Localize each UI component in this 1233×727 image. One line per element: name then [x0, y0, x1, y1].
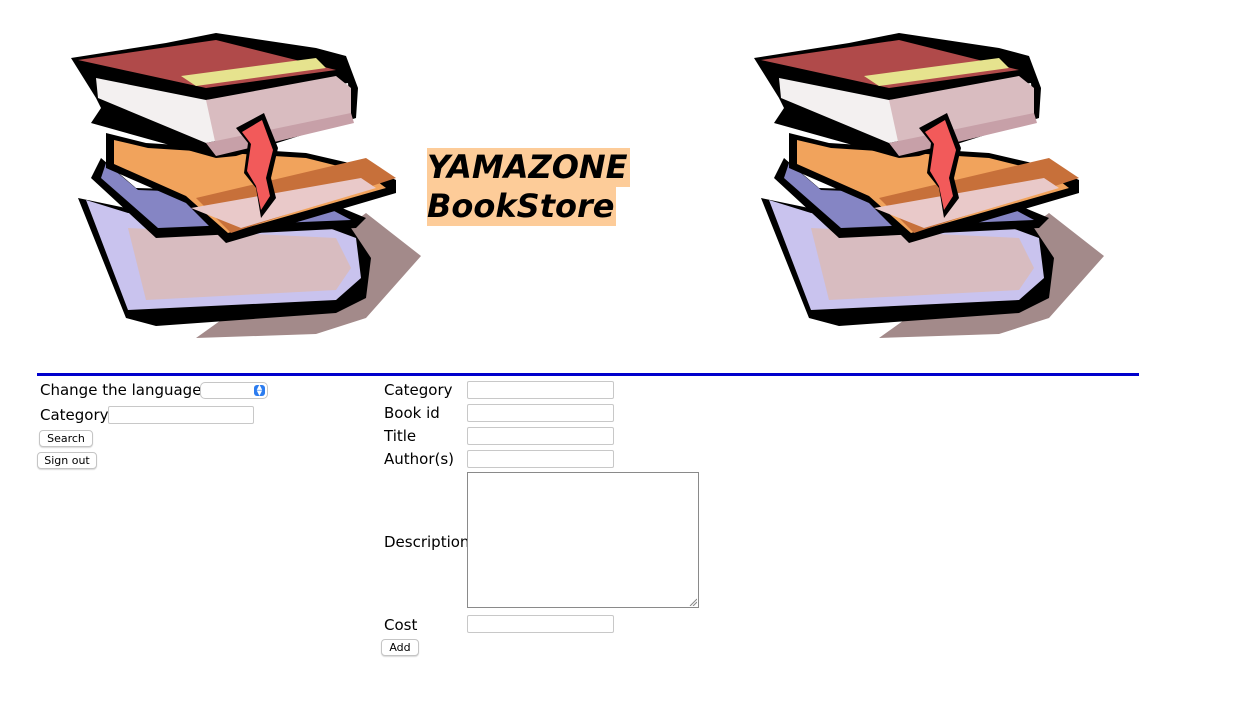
- sign-out-button[interactable]: Sign out: [37, 452, 97, 469]
- sidebar-category-input[interactable]: [108, 406, 254, 424]
- authors-input[interactable]: [467, 450, 614, 468]
- store-title: YAMAZONE BookStore: [427, 148, 630, 226]
- title-label: Title: [384, 427, 417, 445]
- add-button[interactable]: Add: [381, 639, 419, 656]
- language-label: Change the language:: [40, 381, 207, 399]
- header-divider: [37, 373, 1139, 376]
- description-textarea[interactable]: [467, 472, 699, 608]
- form-category-label: Category: [384, 381, 453, 399]
- book-stack-icon: [754, 33, 1104, 338]
- book-stack-image-left: [66, 28, 426, 340]
- select-stepper-icon: ▲ ▼: [254, 384, 265, 396]
- book-id-label: Book id: [384, 404, 440, 422]
- book-id-input[interactable]: [467, 404, 614, 422]
- title-input[interactable]: [467, 427, 614, 445]
- cost-label: Cost: [384, 616, 418, 634]
- cost-input[interactable]: [467, 615, 614, 633]
- store-title-line1: YAMAZONE: [427, 148, 630, 187]
- search-button[interactable]: Search: [39, 430, 93, 447]
- store-title-line2: BookStore: [427, 187, 617, 226]
- description-label: Description: [384, 533, 470, 551]
- language-select[interactable]: ▲ ▼: [200, 382, 268, 399]
- resize-grip-icon[interactable]: [689, 598, 697, 606]
- book-stack-icon: [71, 33, 421, 338]
- sidebar-category-label: Category: [40, 406, 109, 424]
- book-stack-image-right: [749, 28, 1109, 340]
- authors-label: Author(s): [384, 450, 455, 468]
- form-category-input[interactable]: [467, 381, 614, 399]
